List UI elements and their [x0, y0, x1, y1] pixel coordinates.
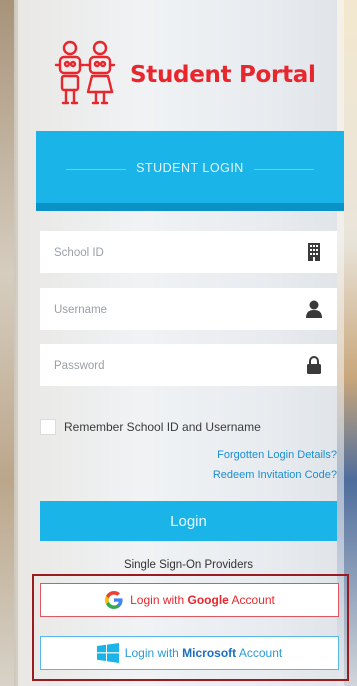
- header-title: STUDENT LOGIN: [136, 161, 244, 175]
- remember-me: Remember School ID and Username: [40, 419, 261, 435]
- google-login-prefix: Login with: [130, 593, 188, 607]
- student-login-header: STUDENT LOGIN: [36, 131, 344, 211]
- windows-icon: [96, 643, 119, 663]
- google-icon: [105, 591, 123, 609]
- sso-label: Single Sign-On Providers: [123, 559, 254, 571]
- microsoft-login-prefix: Login with: [124, 646, 183, 660]
- building-icon: [308, 243, 320, 261]
- forgotten-login-link[interactable]: Forgotten Login Details?: [217, 449, 337, 461]
- brand-header: Student Portal: [52, 40, 332, 110]
- remember-label: Remember School ID and Username: [64, 420, 261, 434]
- username-input[interactable]: [52, 299, 296, 321]
- google-provider-name: Google: [187, 593, 229, 607]
- username-field: [40, 288, 337, 330]
- password-field: [40, 344, 337, 386]
- google-login-button[interactable]: Login with Google Account: [40, 583, 339, 617]
- school-id-field: [40, 231, 337, 273]
- brand-title: Student Portal: [130, 62, 316, 88]
- lock-icon: [307, 356, 321, 374]
- redeem-invitation-link[interactable]: Redeem Invitation Code?: [213, 469, 337, 481]
- password-input[interactable]: [52, 355, 296, 377]
- remember-checkbox[interactable]: [40, 419, 56, 435]
- login-button[interactable]: Login: [40, 501, 337, 541]
- school-id-input[interactable]: [52, 242, 296, 264]
- robot-students-icon: [54, 40, 116, 105]
- background-left: [0, 0, 14, 686]
- microsoft-login-button[interactable]: Login with Microsoft Account: [40, 636, 339, 670]
- microsoft-login-suffix: Account: [236, 646, 283, 660]
- user-icon: [306, 300, 322, 318]
- google-login-suffix: Account: [228, 593, 275, 607]
- microsoft-provider-name: Microsoft: [182, 646, 237, 660]
